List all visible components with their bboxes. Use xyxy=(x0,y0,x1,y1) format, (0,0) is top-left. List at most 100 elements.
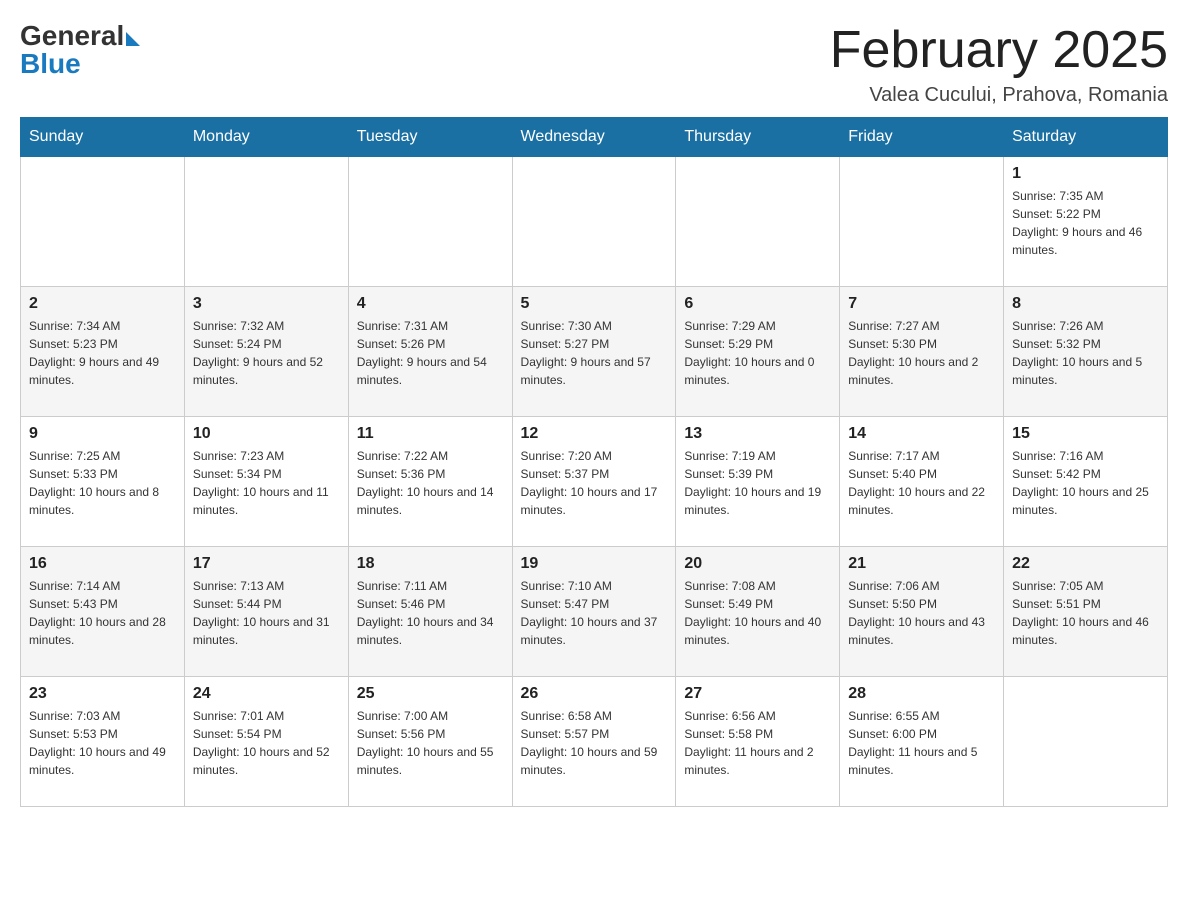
weekday-header-tuesday: Tuesday xyxy=(348,118,512,157)
calendar-cell: 24 Sunrise: 7:01 AM Sunset: 5:54 PM Dayli… xyxy=(184,677,348,807)
logo-blue-text: Blue xyxy=(20,48,81,80)
day-info: Sunrise: 6:55 AM Sunset: 6:00 PM Dayligh… xyxy=(848,707,995,779)
day-info: Sunrise: 7:25 AM Sunset: 5:33 PM Dayligh… xyxy=(29,447,176,519)
calendar-cell xyxy=(1004,677,1168,807)
day-info: Sunrise: 7:10 AM Sunset: 5:47 PM Dayligh… xyxy=(521,577,668,649)
calendar-table: SundayMondayTuesdayWednesdayThursdayFrid… xyxy=(20,117,1168,807)
day-number: 6 xyxy=(684,295,831,313)
calendar-cell: 3 Sunrise: 7:32 AM Sunset: 5:24 PM Daylig… xyxy=(184,287,348,417)
calendar-cell: 13 Sunrise: 7:19 AM Sunset: 5:39 PM Dayli… xyxy=(676,417,840,547)
day-number: 8 xyxy=(1012,295,1159,313)
day-info: Sunrise: 7:11 AM Sunset: 5:46 PM Dayligh… xyxy=(357,577,504,649)
calendar-cell: 18 Sunrise: 7:11 AM Sunset: 5:46 PM Dayli… xyxy=(348,547,512,677)
calendar-cell: 6 Sunrise: 7:29 AM Sunset: 5:29 PM Daylig… xyxy=(676,287,840,417)
day-info: Sunrise: 6:58 AM Sunset: 5:57 PM Dayligh… xyxy=(521,707,668,779)
day-number: 17 xyxy=(193,555,340,573)
weekday-header-sunday: Sunday xyxy=(21,118,185,157)
calendar-cell xyxy=(184,157,348,287)
location-text: Valea Cucului, Prahova, Romania xyxy=(830,84,1168,107)
calendar-cell: 7 Sunrise: 7:27 AM Sunset: 5:30 PM Daylig… xyxy=(840,287,1004,417)
calendar-week-3: 9 Sunrise: 7:25 AM Sunset: 5:33 PM Daylig… xyxy=(21,417,1168,547)
calendar-cell xyxy=(676,157,840,287)
calendar-cell: 11 Sunrise: 7:22 AM Sunset: 5:36 PM Dayli… xyxy=(348,417,512,547)
day-number: 14 xyxy=(848,425,995,443)
calendar-week-2: 2 Sunrise: 7:34 AM Sunset: 5:23 PM Daylig… xyxy=(21,287,1168,417)
title-section: February 2025 Valea Cucului, Prahova, Ro… xyxy=(830,20,1168,107)
day-number: 18 xyxy=(357,555,504,573)
logo: General Blue xyxy=(20,20,140,80)
day-info: Sunrise: 7:31 AM Sunset: 5:26 PM Dayligh… xyxy=(357,317,504,389)
calendar-cell: 28 Sunrise: 6:55 AM Sunset: 6:00 PM Dayli… xyxy=(840,677,1004,807)
day-info: Sunrise: 7:22 AM Sunset: 5:36 PM Dayligh… xyxy=(357,447,504,519)
day-number: 7 xyxy=(848,295,995,313)
day-info: Sunrise: 7:34 AM Sunset: 5:23 PM Dayligh… xyxy=(29,317,176,389)
day-info: Sunrise: 7:30 AM Sunset: 5:27 PM Dayligh… xyxy=(521,317,668,389)
day-info: Sunrise: 7:27 AM Sunset: 5:30 PM Dayligh… xyxy=(848,317,995,389)
day-info: Sunrise: 7:14 AM Sunset: 5:43 PM Dayligh… xyxy=(29,577,176,649)
calendar-cell: 12 Sunrise: 7:20 AM Sunset: 5:37 PM Dayli… xyxy=(512,417,676,547)
day-info: Sunrise: 7:32 AM Sunset: 5:24 PM Dayligh… xyxy=(193,317,340,389)
day-info: Sunrise: 7:16 AM Sunset: 5:42 PM Dayligh… xyxy=(1012,447,1159,519)
day-number: 13 xyxy=(684,425,831,443)
logo-arrow-icon xyxy=(126,32,140,46)
day-number: 21 xyxy=(848,555,995,573)
calendar-cell: 17 Sunrise: 7:13 AM Sunset: 5:44 PM Dayli… xyxy=(184,547,348,677)
calendar-week-4: 16 Sunrise: 7:14 AM Sunset: 5:43 PM Dayli… xyxy=(21,547,1168,677)
calendar-cell: 1 Sunrise: 7:35 AM Sunset: 5:22 PM Daylig… xyxy=(1004,157,1168,287)
day-number: 24 xyxy=(193,685,340,703)
weekday-header-friday: Friday xyxy=(840,118,1004,157)
day-info: Sunrise: 7:03 AM Sunset: 5:53 PM Dayligh… xyxy=(29,707,176,779)
day-info: Sunrise: 7:35 AM Sunset: 5:22 PM Dayligh… xyxy=(1012,187,1159,259)
calendar-cell: 16 Sunrise: 7:14 AM Sunset: 5:43 PM Dayli… xyxy=(21,547,185,677)
calendar-cell xyxy=(21,157,185,287)
calendar-cell: 22Sunrise: 7:05 AM Sunset: 5:51 PM Dayli… xyxy=(1004,547,1168,677)
calendar-cell: 26 Sunrise: 6:58 AM Sunset: 5:57 PM Dayli… xyxy=(512,677,676,807)
calendar-cell: 14 Sunrise: 7:17 AM Sunset: 5:40 PM Dayli… xyxy=(840,417,1004,547)
day-number: 5 xyxy=(521,295,668,313)
day-number: 12 xyxy=(521,425,668,443)
calendar-cell: 27Sunrise: 6:56 AM Sunset: 5:58 PM Dayli… xyxy=(676,677,840,807)
day-info: Sunrise: 7:23 AM Sunset: 5:34 PM Dayligh… xyxy=(193,447,340,519)
calendar-cell: 19Sunrise: 7:10 AM Sunset: 5:47 PM Dayli… xyxy=(512,547,676,677)
day-info: Sunrise: 7:01 AM Sunset: 5:54 PM Dayligh… xyxy=(193,707,340,779)
calendar-cell: 20 Sunrise: 7:08 AM Sunset: 5:49 PM Dayli… xyxy=(676,547,840,677)
calendar-cell xyxy=(840,157,1004,287)
calendar-cell: 4Sunrise: 7:31 AM Sunset: 5:26 PM Daylig… xyxy=(348,287,512,417)
calendar-cell: 2 Sunrise: 7:34 AM Sunset: 5:23 PM Daylig… xyxy=(21,287,185,417)
calendar-cell: 21Sunrise: 7:06 AM Sunset: 5:50 PM Dayli… xyxy=(840,547,1004,677)
calendar-cell: 9 Sunrise: 7:25 AM Sunset: 5:33 PM Daylig… xyxy=(21,417,185,547)
day-info: Sunrise: 7:13 AM Sunset: 5:44 PM Dayligh… xyxy=(193,577,340,649)
day-number: 2 xyxy=(29,295,176,313)
day-info: Sunrise: 7:19 AM Sunset: 5:39 PM Dayligh… xyxy=(684,447,831,519)
day-info: Sunrise: 7:17 AM Sunset: 5:40 PM Dayligh… xyxy=(848,447,995,519)
day-info: Sunrise: 7:26 AM Sunset: 5:32 PM Dayligh… xyxy=(1012,317,1159,389)
calendar-cell xyxy=(512,157,676,287)
day-number: 9 xyxy=(29,425,176,443)
day-number: 16 xyxy=(29,555,176,573)
day-number: 28 xyxy=(848,685,995,703)
day-number: 26 xyxy=(521,685,668,703)
day-info: Sunrise: 7:29 AM Sunset: 5:29 PM Dayligh… xyxy=(684,317,831,389)
day-info: Sunrise: 7:08 AM Sunset: 5:49 PM Dayligh… xyxy=(684,577,831,649)
day-number: 3 xyxy=(193,295,340,313)
day-number: 25 xyxy=(357,685,504,703)
day-number: 23 xyxy=(29,685,176,703)
day-number: 27 xyxy=(684,685,831,703)
day-number: 15 xyxy=(1012,425,1159,443)
calendar-cell: 23 Sunrise: 7:03 AM Sunset: 5:53 PM Dayli… xyxy=(21,677,185,807)
day-number: 20 xyxy=(684,555,831,573)
day-number: 10 xyxy=(193,425,340,443)
calendar-week-1: 1 Sunrise: 7:35 AM Sunset: 5:22 PM Daylig… xyxy=(21,157,1168,287)
page-header: General Blue February 2025 Valea Cucului… xyxy=(20,20,1168,107)
day-number: 1 xyxy=(1012,165,1159,183)
day-number: 11 xyxy=(357,425,504,443)
day-info: Sunrise: 7:20 AM Sunset: 5:37 PM Dayligh… xyxy=(521,447,668,519)
calendar-cell xyxy=(348,157,512,287)
calendar-cell: 25Sunrise: 7:00 AM Sunset: 5:56 PM Dayli… xyxy=(348,677,512,807)
weekday-header-wednesday: Wednesday xyxy=(512,118,676,157)
calendar-cell: 15 Sunrise: 7:16 AM Sunset: 5:42 PM Dayli… xyxy=(1004,417,1168,547)
weekday-header-thursday: Thursday xyxy=(676,118,840,157)
month-title: February 2025 xyxy=(830,20,1168,80)
day-info: Sunrise: 7:05 AM Sunset: 5:51 PM Dayligh… xyxy=(1012,577,1159,649)
calendar-cell: 10 Sunrise: 7:23 AM Sunset: 5:34 PM Dayli… xyxy=(184,417,348,547)
